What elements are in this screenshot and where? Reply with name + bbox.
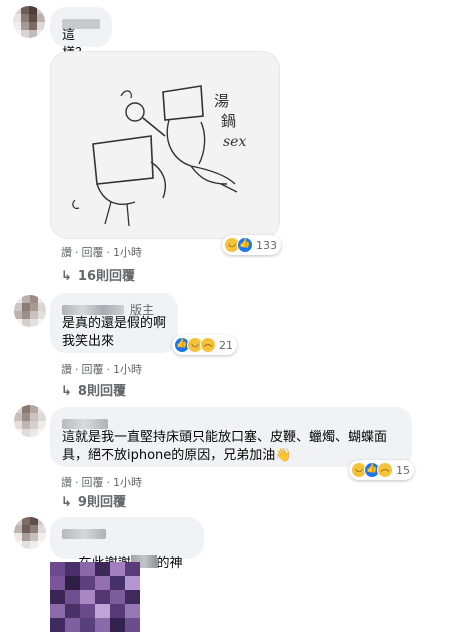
avatar[interactable] [14, 405, 46, 437]
commenter-name[interactable] [62, 523, 192, 539]
view-replies-link[interactable]: ↳ 8則回覆 [61, 380, 126, 399]
sketch-word: 湯 [214, 92, 230, 110]
replies-count: 8則回覆 [77, 384, 126, 399]
timestamp[interactable]: 1小時 [113, 246, 142, 259]
comment-text: 是真的還是假的啊 我笑出來 [62, 316, 167, 349]
like-link[interactable]: 讚 [61, 476, 72, 489]
sad-reaction-icon: ︵ [200, 337, 216, 353]
sketch-word: sex [223, 134, 247, 150]
commenter-name[interactable] [62, 413, 400, 429]
reaction-summary[interactable]: 👍 ◡ ︵ 21 [172, 335, 237, 355]
comment-bubble: 這就是我一直堅持床頭只能放口塞、皮鞭、蠟燭、蝴蝶面 具，絕不放iphone的原因… [50, 407, 412, 467]
like-link[interactable]: 讚 [61, 363, 72, 376]
separator: · [75, 246, 79, 259]
separator: · [75, 476, 79, 489]
commenter-name[interactable] [62, 13, 100, 29]
timestamp[interactable]: 1小時 [113, 476, 142, 489]
reply-link[interactable]: 回覆 [82, 476, 104, 489]
like-reaction-icon: 👍 [237, 237, 253, 253]
avatar[interactable] [13, 6, 45, 38]
reaction-summary[interactable]: ◡ 👍 ︵ 15 [349, 460, 414, 480]
comment-actions: 讚 · 回覆 · 1小時 [61, 244, 145, 260]
view-replies-link[interactable]: ↳ 16則回覆 [61, 265, 135, 284]
avatar[interactable] [14, 295, 46, 327]
comment-bubble: 版主 是真的還是假的啊 我笑出來 [50, 293, 178, 353]
reply-arrow-icon: ↳ [61, 384, 72, 399]
comment-text: 這就是我一直堅持床頭只能放口塞、皮鞭、蠟燭、蝴蝶面 具，絕不放iphone的原因… [62, 430, 388, 463]
reaction-count: 133 [256, 238, 277, 252]
comment-sketch-image[interactable]: 湯 鍋 sex [50, 51, 280, 239]
sad-reaction-icon: ︵ [377, 462, 393, 478]
reaction-count: 21 [219, 338, 233, 352]
like-link[interactable]: 讚 [61, 246, 72, 259]
separator: · [106, 476, 111, 489]
comment-bubble: 在此謝謝的神教導 [50, 517, 204, 589]
separator: · [106, 363, 111, 376]
reply-link[interactable]: 回覆 [82, 363, 104, 376]
sketch-word: 鍋 [221, 112, 237, 130]
reaction-summary[interactable]: ◡ 👍 133 [222, 235, 281, 255]
avatar[interactable] [14, 517, 46, 549]
censored-image[interactable] [50, 562, 140, 632]
comment-actions: 讚 · 回覆 · 1小時 [61, 474, 145, 490]
reply-link[interactable]: 回覆 [82, 246, 104, 259]
replies-count: 16則回覆 [77, 269, 135, 284]
comment-actions: 讚 · 回覆 · 1小時 [61, 361, 145, 377]
separator: · [106, 246, 111, 259]
reply-arrow-icon: ↳ [61, 495, 72, 510]
comment-bubble: 這樣？ [50, 7, 112, 61]
replies-count: 9則回覆 [77, 495, 126, 510]
reaction-count: 15 [396, 463, 410, 477]
commenter-name[interactable]: 版主 [62, 299, 166, 317]
view-replies-link[interactable]: ↳ 9則回覆 [61, 491, 126, 510]
separator: · [75, 363, 79, 376]
timestamp[interactable]: 1小時 [113, 363, 142, 376]
reply-arrow-icon: ↳ [61, 269, 72, 284]
